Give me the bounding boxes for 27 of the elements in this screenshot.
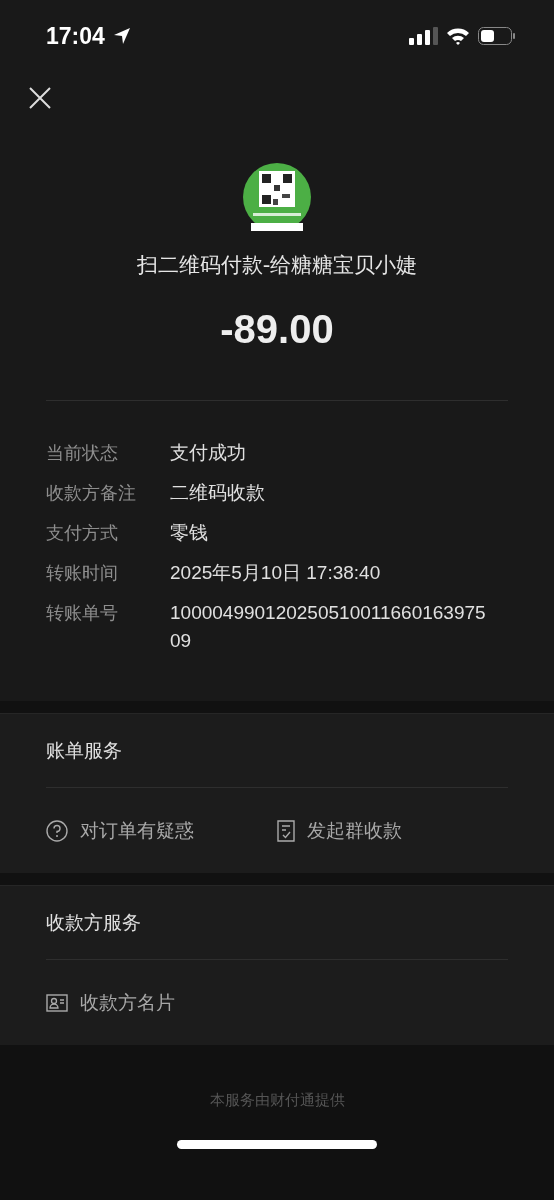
detail-value: 2025年5月10日 17:38:40 <box>170 561 382 585</box>
location-arrow-icon <box>112 27 131 45</box>
detail-value: 10000499012025051001166016397509 <box>170 601 487 653</box>
section-title: 收款方服务 <box>46 886 508 960</box>
wifi-icon <box>446 27 470 45</box>
help-icon <box>46 819 68 842</box>
detail-label: 转账时间 <box>46 561 119 585</box>
detail-value: 二维码收款 <box>170 481 266 505</box>
detail-label: 支付方式 <box>46 521 119 545</box>
contact-card-icon <box>46 993 68 1012</box>
detail-value: 支付成功 <box>170 441 247 465</box>
signal-icon <box>409 27 438 45</box>
service-link[interactable]: 收款方名片 <box>46 989 292 1016</box>
detail-label: 转账单号 <box>46 601 119 625</box>
detail-value: 零钱 <box>170 521 209 545</box>
battery-icon <box>478 27 516 45</box>
status-time: 17:04 <box>46 22 105 50</box>
detail-label: 收款方备注 <box>46 481 137 505</box>
receipt-icon <box>277 819 295 842</box>
service-link[interactable]: 发起群收款 <box>277 817 508 844</box>
service-link[interactable]: 对订单有疑惑 <box>46 817 277 844</box>
close-button[interactable] <box>28 86 52 110</box>
detail-label: 当前状态 <box>46 441 119 465</box>
payment-amount: -89.00 <box>220 307 334 353</box>
footer-note: 本服务由财付通提供 <box>208 1091 346 1110</box>
payment-title: 扫二维码付款-给糖糖宝贝小婕 <box>136 252 418 279</box>
section-title: 账单服务 <box>46 714 508 788</box>
